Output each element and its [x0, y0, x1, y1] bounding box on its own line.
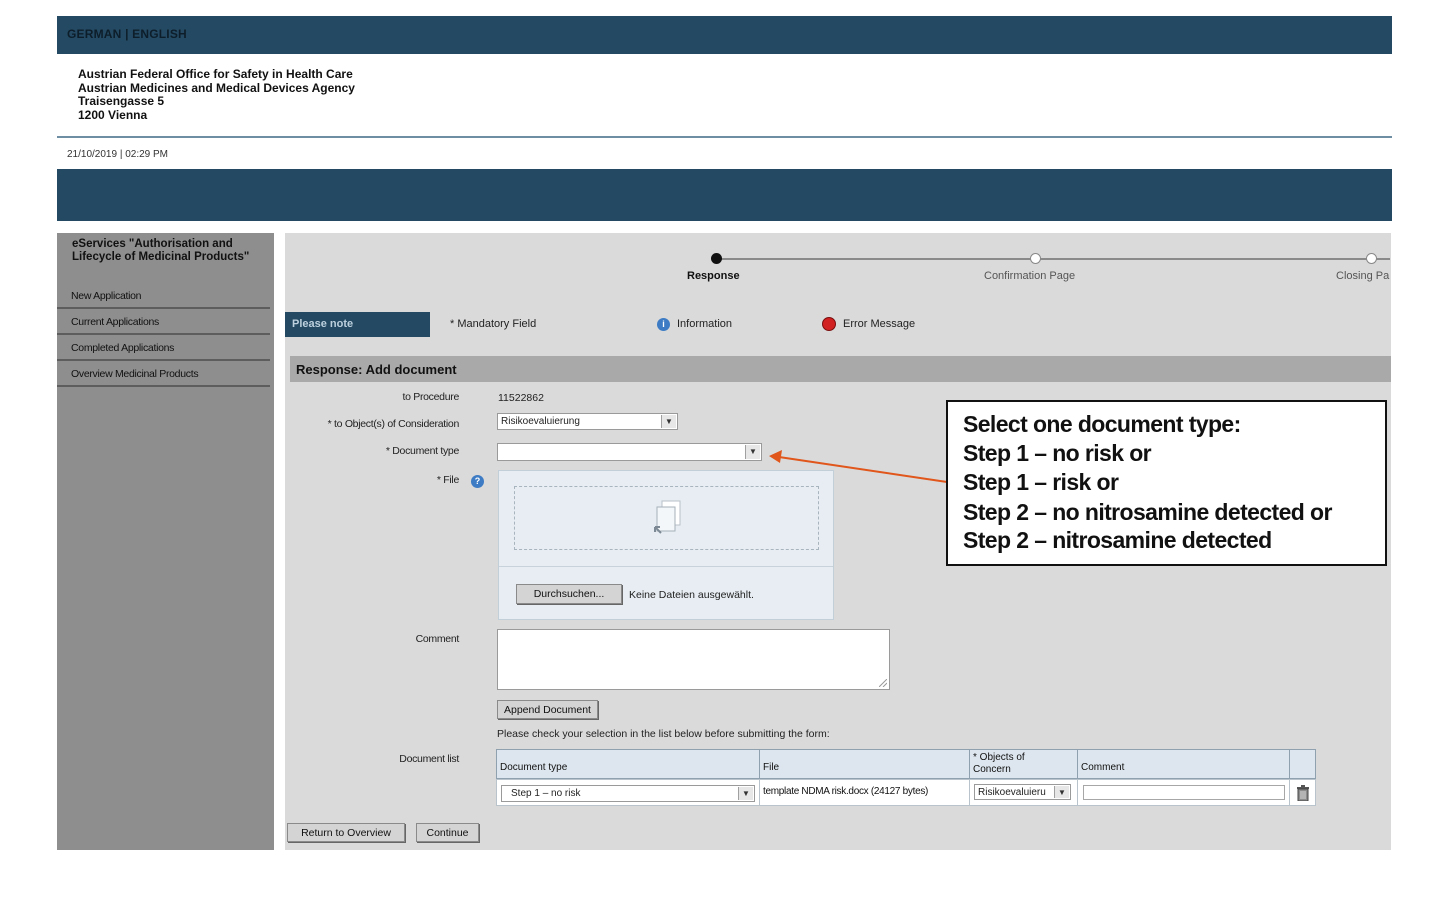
callout-line: Step 1 – no risk or [963, 440, 1152, 466]
header-divider [57, 136, 1392, 138]
agency-line: 1200 Vienna [78, 107, 148, 122]
sidebar-item-label: Current Applications [71, 316, 159, 328]
resize-handle-icon [879, 679, 887, 687]
section-title: Response: Add document [296, 362, 457, 377]
agency-line: Austrian Federal Office for Safety in He… [78, 67, 353, 81]
please-note-label: Please note [292, 318, 354, 330]
sidebar: eServices "Authorisation and Lifecycle o… [57, 233, 274, 850]
info-icon: i [657, 318, 670, 331]
table-header-file: File [759, 749, 970, 779]
objects-label: * to Object(s) of Consideration [327, 418, 460, 430]
step-label-closing: Closing Pa [1336, 270, 1390, 282]
file-help-icon[interactable]: ? [471, 475, 484, 488]
return-to-overview-button[interactable]: Return to Overview [287, 823, 405, 842]
chevron-down-icon: ▼ [1054, 786, 1069, 798]
language-switch[interactable]: GERMAN | ENGLISH [67, 27, 187, 41]
callout-line: Select one document type: [963, 411, 1241, 437]
file-label: * File [436, 474, 459, 486]
chevron-down-icon: ▼ [738, 787, 753, 800]
comment-textarea[interactable] [497, 629, 890, 690]
procedure-value: 11522862 [498, 392, 544, 404]
sidebar-item-overview-medicinal-products[interactable]: Overview Medicinal Products [57, 362, 270, 387]
row-doctype-select[interactable]: Step 1 – no risk ▼ [501, 785, 755, 802]
sidebar-item-label: Completed Applications [71, 342, 175, 354]
agency-address: Austrian Federal Office for Safety in He… [78, 67, 355, 122]
no-file-selected-text: Keine Dateien ausgewählt. [629, 589, 754, 601]
table-header-action [1289, 749, 1316, 779]
file-upload-box: Durchsuchen... Keine Dateien ausgewählt. [498, 470, 834, 620]
objects-select-value: Risikoevaluierung [501, 416, 580, 427]
sidebar-title: eServices "Authorisation and Lifecycle o… [72, 238, 250, 263]
please-note-badge: Please note [285, 312, 430, 337]
callout-line: Step 1 – risk or [963, 469, 1119, 495]
sidebar-item-current-applications[interactable]: Current Applications [57, 310, 270, 335]
append-document-button[interactable]: Append Document [497, 700, 598, 719]
mandatory-legend: * Mandatory Field [450, 318, 537, 330]
procedure-label: to Procedure [402, 391, 459, 403]
trash-icon[interactable] [1296, 785, 1310, 801]
navigation-bar [57, 169, 1392, 221]
sidebar-item-new-application[interactable]: New Application [57, 284, 270, 309]
table-header-comment: Comment [1077, 749, 1290, 779]
table-cell-action [1289, 779, 1316, 806]
step-dot-pending [1030, 253, 1041, 264]
doctype-select[interactable]: ▼ [497, 443, 762, 461]
document-type-callout: Select one document type: Step 1 – no ri… [946, 400, 1387, 566]
sidebar-item-label: New Application [71, 290, 142, 302]
table-cell-file: template NDMA risk.docx (24127 bytes) [759, 779, 970, 806]
table-row: Step 1 – no risk ▼ [496, 779, 760, 806]
chevron-down-icon: ▼ [661, 415, 676, 428]
comment-label: Comment [415, 633, 460, 645]
section-header: Response: Add document [290, 356, 1391, 382]
table-header-objects: * Objects of Concern [969, 749, 1078, 779]
top-language-bar: GERMAN | ENGLISH [57, 16, 1392, 54]
callout-line: Step 2 – nitrosamine detected [963, 527, 1272, 553]
sidebar-item-completed-applications[interactable]: Completed Applications [57, 336, 270, 361]
step-dot-pending [1366, 253, 1377, 264]
error-legend: Error Message [843, 318, 916, 330]
chevron-down-icon: ▼ [745, 445, 760, 459]
current-datetime: 21/10/2019 | 02:29 PM [67, 149, 169, 160]
upload-divider [499, 566, 833, 567]
objects-select[interactable]: Risikoevaluierung ▼ [497, 413, 678, 430]
document-list-label: Document list [399, 753, 459, 765]
row-comment-input[interactable] [1083, 785, 1285, 800]
step-label-confirmation: Confirmation Page [984, 270, 1076, 282]
check-selection-text: Please check your selection in the list … [497, 728, 830, 740]
file-dropzone[interactable] [514, 486, 819, 550]
browse-button[interactable]: Durchsuchen... [516, 584, 622, 604]
information-legend: Information [677, 318, 733, 330]
continue-button[interactable]: Continue [416, 823, 479, 842]
step-label-response: Response [687, 270, 740, 282]
callout-arrow [769, 450, 948, 483]
doctype-label: * Document type [385, 445, 459, 457]
callout-line: Step 2 – no nitrosamine detected or [963, 499, 1332, 525]
error-icon [822, 317, 836, 331]
table-cell-objects: Risikoevaluieru ▼ [969, 779, 1078, 806]
upload-document-icon [654, 500, 681, 534]
agency-line: Austrian Medicines and Medical Devices A… [78, 80, 355, 95]
table-cell-comment [1077, 779, 1290, 806]
agency-line: Traisengasse 5 [78, 94, 165, 108]
row-objects-select[interactable]: Risikoevaluieru ▼ [974, 784, 1071, 800]
sidebar-item-label: Overview Medicinal Products [71, 368, 199, 380]
step-dot-current [711, 253, 722, 264]
progress-line [717, 258, 1390, 260]
table-header-doctype: Document type [496, 749, 760, 779]
